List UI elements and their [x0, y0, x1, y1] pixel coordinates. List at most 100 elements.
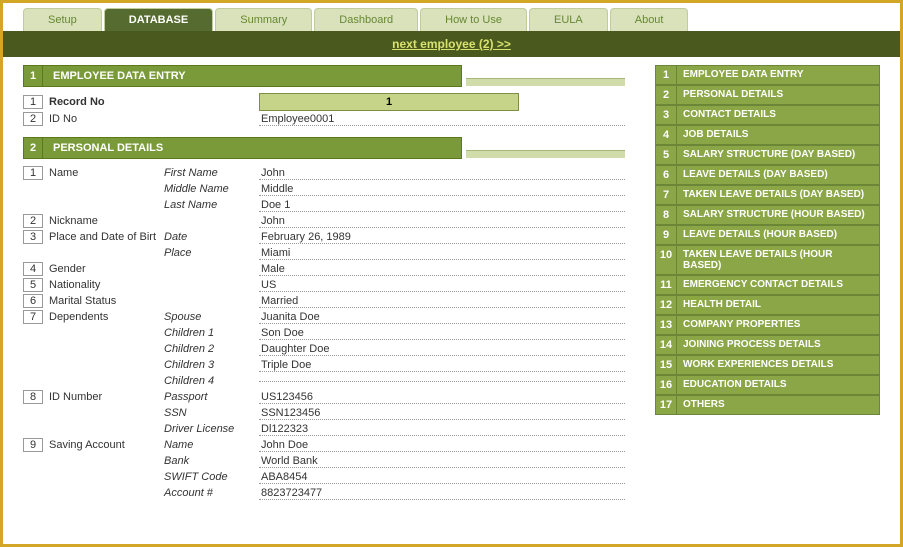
field-sublabel: SSN — [164, 407, 259, 419]
data-row: Middle NameMiddle — [23, 181, 625, 197]
toc-item[interactable]: 15WORK EXPERIENCES DETAILS — [655, 355, 880, 375]
toc-num: 3 — [655, 105, 677, 125]
id-no-label: ID No — [49, 113, 164, 125]
row-num: 9 — [23, 438, 43, 452]
field-value[interactable]: February 26, 1989 — [259, 231, 625, 244]
toc-item[interactable]: 5SALARY STRUCTURE (DAY BASED) — [655, 145, 880, 165]
tab-setup[interactable]: Setup — [23, 8, 102, 31]
toc-item[interactable]: 4JOB DETAILS — [655, 125, 880, 145]
tab-about[interactable]: About — [610, 8, 689, 31]
tab-summary[interactable]: Summary — [215, 8, 312, 31]
toc-item[interactable]: 6LEAVE DETAILS (DAY BASED) — [655, 165, 880, 185]
field-value[interactable]: Daughter Doe — [259, 343, 625, 356]
toc-item[interactable]: 9LEAVE DETAILS (HOUR BASED) — [655, 225, 880, 245]
toc-item[interactable]: 16EDUCATION DETAILS — [655, 375, 880, 395]
field-value[interactable]: Doe 1 — [259, 199, 625, 212]
field-value[interactable]: Triple Doe — [259, 359, 625, 372]
toc-item[interactable]: 13COMPANY PROPERTIES — [655, 315, 880, 335]
data-row: 3 Place and Date of BirtDateFebruary 26, … — [23, 229, 625, 245]
toc-title: JOB DETAILS — [677, 125, 880, 145]
data-row: 7DependentsSpouseJuanita Doe — [23, 309, 625, 325]
toc-num: 8 — [655, 205, 677, 225]
toc-item[interactable]: 17OTHERS — [655, 395, 880, 415]
field-sublabel: Date — [164, 231, 259, 243]
field-value[interactable]: SSN123456 — [259, 407, 625, 420]
toc-item[interactable]: 10TAKEN LEAVE DETAILS (HOUR BASED) — [655, 245, 880, 275]
data-row: 6Marital StatusMarried — [23, 293, 625, 309]
data-row: SSNSSN123456 — [23, 405, 625, 421]
tab-bar: SetupDATABASESummaryDashboardHow to UseE… — [3, 3, 900, 31]
data-row: SWIFT CodeABA8454 — [23, 469, 625, 485]
tab-eula[interactable]: EULA — [529, 8, 608, 31]
field-value[interactable]: Married — [259, 295, 625, 308]
data-row: 4GenderMale — [23, 261, 625, 277]
section-num: 1 — [23, 65, 43, 87]
field-value[interactable]: US123456 — [259, 391, 625, 404]
data-row: Children 4 — [23, 373, 625, 389]
field-sublabel: Children 2 — [164, 343, 259, 355]
section-title: PERSONAL DETAILS — [43, 137, 462, 159]
field-label: Name — [49, 167, 164, 179]
toc-title: JOINING PROCESS DETAILS — [677, 335, 880, 355]
field-sublabel: Spouse — [164, 311, 259, 323]
field-sublabel: Driver License — [164, 423, 259, 435]
toc-title: EDUCATION DETAILS — [677, 375, 880, 395]
field-value[interactable]: John Doe — [259, 439, 625, 452]
data-row: Children 2Daughter Doe — [23, 341, 625, 357]
field-sublabel: Last Name — [164, 199, 259, 211]
row-num: 1 — [23, 95, 43, 109]
next-employee-link[interactable]: next employee (2) >> — [392, 37, 511, 51]
toc-item[interactable]: 8SALARY STRUCTURE (HOUR BASED) — [655, 205, 880, 225]
record-no-value[interactable]: 1 — [259, 93, 519, 111]
toc-title: TAKEN LEAVE DETAILS (DAY BASED) — [677, 185, 880, 205]
field-value[interactable]: Middle — [259, 183, 625, 196]
field-value[interactable]: ABA8454 — [259, 471, 625, 484]
section-header-2: 2 PERSONAL DETAILS — [23, 137, 625, 159]
field-value[interactable]: John — [259, 167, 625, 180]
toc-num: 11 — [655, 275, 677, 295]
field-label: Saving Account — [49, 439, 164, 451]
toc-item[interactable]: 7TAKEN LEAVE DETAILS (DAY BASED) — [655, 185, 880, 205]
toc-title: EMPLOYEE DATA ENTRY — [677, 65, 880, 85]
toc-title: TAKEN LEAVE DETAILS (HOUR BASED) — [677, 245, 880, 275]
data-row: Children 1Son Doe — [23, 325, 625, 341]
field-value[interactable]: US — [259, 279, 625, 292]
toc-item[interactable]: 11EMERGENCY CONTACT DETAILS — [655, 275, 880, 295]
field-value[interactable]: World Bank — [259, 455, 625, 468]
row-num: 3 — [23, 230, 43, 244]
tab-how-to-use[interactable]: How to Use — [420, 8, 527, 31]
row-num: 4 — [23, 262, 43, 276]
field-label: ID Number — [49, 391, 164, 403]
field-sublabel: Children 4 — [164, 375, 259, 387]
field-value[interactable]: 8823723477 — [259, 487, 625, 500]
toc-title: LEAVE DETAILS (HOUR BASED) — [677, 225, 880, 245]
row-num: 8 — [23, 390, 43, 404]
field-label: Place and Date of Birt — [49, 231, 164, 243]
toc-item[interactable]: 1EMPLOYEE DATA ENTRY — [655, 65, 880, 85]
data-row: Driver LicenseDl122323 — [23, 421, 625, 437]
toc-num: 10 — [655, 245, 677, 275]
data-row: 8 ID NumberPassportUS123456 — [23, 389, 625, 405]
toc-item[interactable]: 12HEALTH DETAIL — [655, 295, 880, 315]
field-sublabel: Account # — [164, 487, 259, 499]
toc-title: PERSONAL DETAILS — [677, 85, 880, 105]
field-sublabel: First Name — [164, 167, 259, 179]
field-value[interactable]: Juanita Doe — [259, 311, 625, 324]
toc-item[interactable]: 14JOINING PROCESS DETAILS — [655, 335, 880, 355]
toc-title: CONTACT DETAILS — [677, 105, 880, 125]
field-value[interactable]: Male — [259, 263, 625, 276]
field-sublabel: Children 3 — [164, 359, 259, 371]
toc-item[interactable]: 3CONTACT DETAILS — [655, 105, 880, 125]
field-value[interactable]: Dl122323 — [259, 423, 625, 436]
field-sublabel: Passport — [164, 391, 259, 403]
tab-database[interactable]: DATABASE — [104, 8, 213, 31]
toc-item[interactable]: 2PERSONAL DETAILS — [655, 85, 880, 105]
field-value[interactable]: John — [259, 215, 625, 228]
id-no-value[interactable]: Employee0001 — [259, 113, 625, 126]
tab-dashboard[interactable]: Dashboard — [314, 8, 418, 31]
field-value[interactable]: Son Doe — [259, 327, 625, 340]
toc-num: 12 — [655, 295, 677, 315]
field-sublabel: Place — [164, 247, 259, 259]
field-value[interactable]: Miami — [259, 247, 625, 260]
field-value[interactable] — [259, 381, 625, 382]
